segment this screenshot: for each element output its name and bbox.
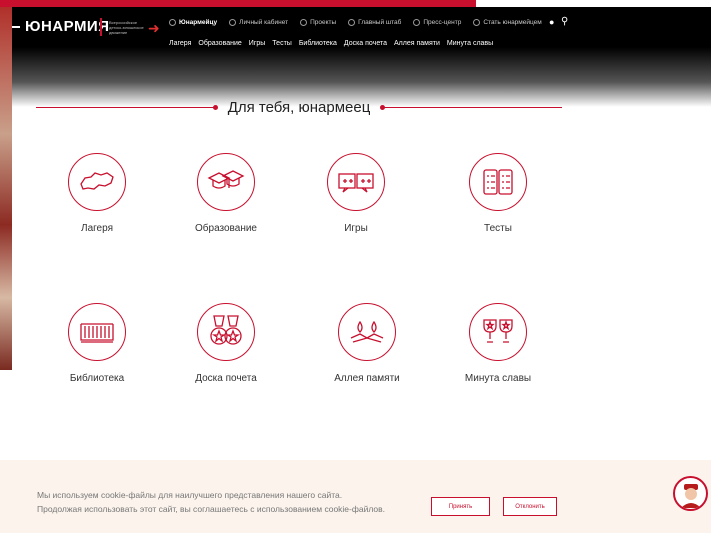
trophy-cups-icon (483, 319, 513, 343)
tile-label: Игры (344, 223, 368, 234)
assistant-avatar-button[interactable] (673, 476, 708, 511)
tile-circle (469, 303, 527, 361)
tile-memory-alley[interactable]: Аллея памяти (307, 303, 427, 384)
tile-label: Доска почета (195, 373, 257, 384)
tile-games[interactable]: Игры (296, 153, 416, 234)
books-icon (80, 323, 114, 343)
game-cards-icon (338, 173, 374, 193)
tile-circle (197, 303, 255, 361)
tile-circle (68, 153, 126, 211)
tile-circle (469, 153, 527, 211)
cookie-text-line1: Мы используем cookie-файлы для наилучшег… (37, 490, 343, 500)
tile-label: Минута славы (464, 373, 532, 384)
tile-honor-board[interactable]: Доска почета (166, 303, 286, 384)
test-sheets-icon (483, 169, 513, 195)
cookie-text-line2: Продолжая использовать этот сайт, вы сог… (37, 504, 385, 514)
cookie-banner: Мы используем cookie-файлы для наилучшег… (0, 460, 711, 533)
feature-grid: Лагеря Образование Игры Тесты Библиотека… (0, 0, 711, 460)
tile-label: Тесты (484, 223, 512, 234)
tile-circle (68, 303, 126, 361)
accept-cookies-button[interactable]: Принять (431, 497, 490, 516)
tile-tests[interactable]: Тесты (438, 153, 558, 234)
russia-map-icon (80, 172, 114, 190)
reject-cookies-button[interactable]: Отклонить (503, 497, 557, 516)
tile-library[interactable]: Библиотека (37, 303, 157, 384)
eternal-flame-icon (350, 320, 384, 343)
tile-label: Аллея памяти (334, 373, 400, 384)
tile-circle (327, 153, 385, 211)
tile-minute-of-glory[interactable]: Минута славы (438, 303, 558, 384)
tile-label: Лагеря (81, 223, 113, 234)
medals-icon (210, 315, 242, 345)
cookie-text: Мы используем cookie-файлы для наилучшег… (37, 488, 385, 516)
graduation-caps-icon (207, 170, 245, 189)
tile-label: Образование (195, 223, 257, 234)
tile-circle (338, 303, 396, 361)
tile-label: Библиотека (69, 373, 125, 384)
tile-education[interactable]: Образование (166, 153, 286, 234)
tile-camps[interactable]: Лагеря (37, 153, 157, 234)
tile-circle (197, 153, 255, 211)
assistant-avatar-icon (680, 483, 701, 508)
